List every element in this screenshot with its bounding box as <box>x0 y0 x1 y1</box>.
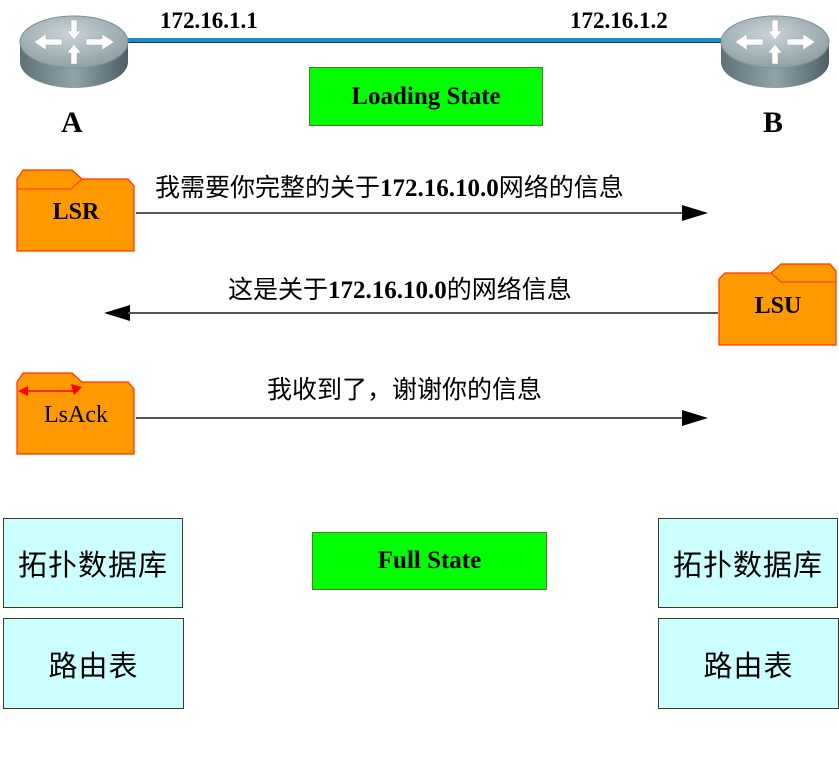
router-b-label: B <box>763 106 784 139</box>
arrow-right-icon <box>682 410 708 426</box>
right-topology-db: 拓扑数据库 <box>658 518 838 608</box>
lsu-message-text: 这是关于 <box>228 277 329 304</box>
lsr-message-text: 我需要你完整的关于 <box>155 175 381 202</box>
left-routing-table: 路由表 <box>3 618 184 709</box>
lsack-packet: LsAck <box>16 370 136 455</box>
lsu-arrow-line <box>128 312 718 314</box>
router-a-ip: 172.16.1.1 <box>160 8 258 33</box>
lsr-message: 我需要你完整的关于172.16.10.0网络的信息 <box>155 168 624 204</box>
router-b-ip: 172.16.1.2 <box>570 8 668 33</box>
lsu-label: LSU <box>754 293 802 319</box>
network-link <box>122 38 722 43</box>
lsack-label: LsAck <box>44 402 108 428</box>
lsu-message-network: 172.16.10.0 <box>328 277 447 304</box>
lsr-message-network: 172.16.10.0 <box>380 175 499 202</box>
lsack-arrow-line <box>136 417 686 419</box>
lsr-packet: LSR <box>16 167 136 252</box>
router-icon <box>720 15 830 88</box>
left-topology-db: 拓扑数据库 <box>3 518 183 608</box>
right-routing-table: 路由表 <box>658 618 839 709</box>
lsu-message: 这是关于172.16.10.0的网络信息 <box>228 270 572 306</box>
lsu-packet: LSU <box>718 261 838 346</box>
router-a-label: A <box>61 106 83 139</box>
lsu-message-text-end: 的网络信息 <box>446 277 572 304</box>
full-state-box: Full State <box>312 532 547 590</box>
router-b <box>715 4 835 94</box>
arrow-right-icon <box>682 205 708 221</box>
arrow-left-icon <box>104 305 130 321</box>
router-icon <box>19 15 129 88</box>
lsr-arrow-line <box>136 212 686 214</box>
lsr-label: LSR <box>52 199 100 225</box>
loading-state-box: Loading State <box>309 67 543 126</box>
lsack-message: 我收到了，谢谢你的信息 <box>267 377 543 404</box>
lsr-message-text-end: 网络的信息 <box>498 175 624 202</box>
router-a <box>14 4 134 94</box>
